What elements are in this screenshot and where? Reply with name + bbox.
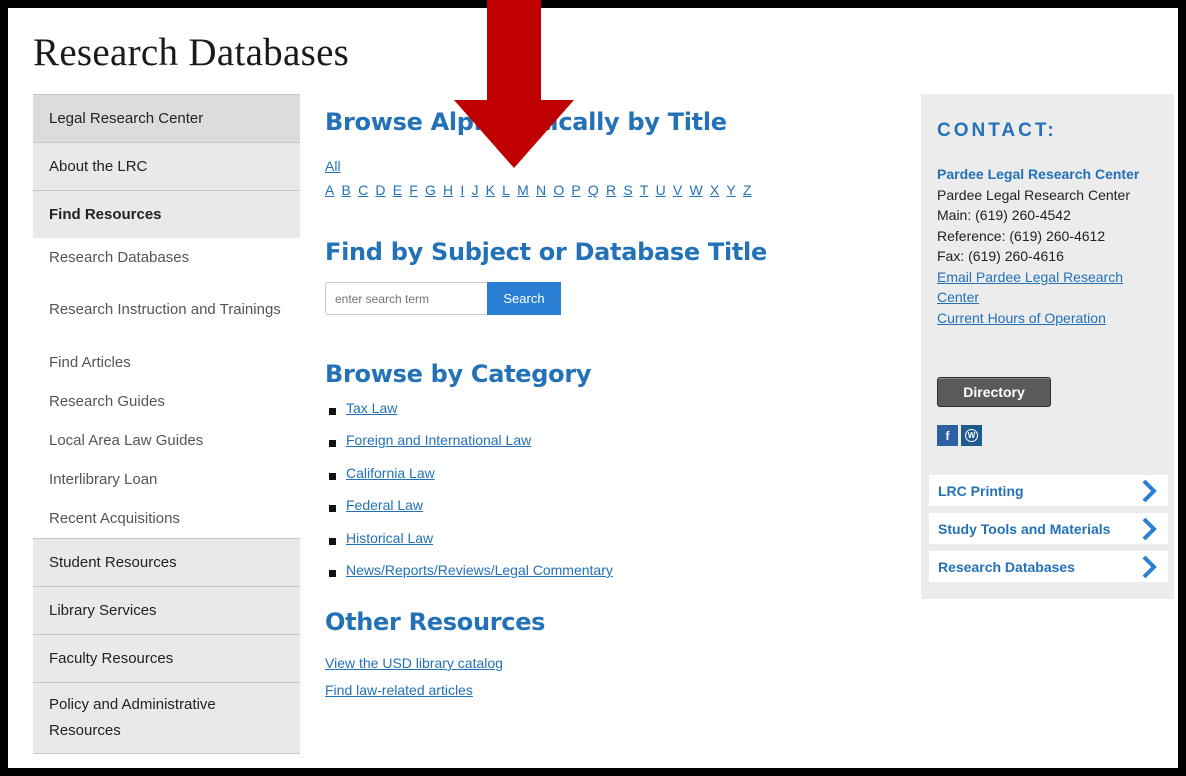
category-list: Tax Law Foreign and International Law Ca… — [325, 400, 613, 594]
category-link-news-reports[interactable]: News/Reports/Reviews/Legal Commentary — [346, 562, 613, 578]
alpha-letter-link[interactable]: J — [471, 182, 478, 198]
bullet-icon — [329, 569, 336, 577]
search-form: Search — [325, 282, 561, 315]
chevron-right-icon — [1142, 479, 1157, 502]
alpha-letter-link[interactable]: B — [342, 182, 351, 198]
quick-link-label: LRC Printing — [938, 482, 1024, 499]
contact-org-link[interactable]: Pardee Legal Research Center — [937, 164, 1167, 185]
quick-link-study-tools[interactable]: Study Tools and Materials — [929, 513, 1168, 544]
quick-link-label: Study Tools and Materials — [938, 520, 1111, 537]
find-heading: Find by Subject or Database Title — [325, 238, 767, 266]
contact-main-phone: Main: (619) 260-4542 — [937, 207, 1071, 223]
sidebar-item-recent-acquisitions[interactable]: Recent Acquisitions — [33, 499, 300, 538]
bullet-icon — [329, 505, 336, 513]
alpha-letter-link[interactable]: Z — [743, 182, 752, 198]
sidebar-item-about-the-lrc[interactable]: About the LRC — [33, 142, 300, 190]
facebook-icon[interactable]: f — [937, 425, 958, 446]
alpha-letter-link[interactable]: C — [358, 182, 368, 198]
sidebar-item-faculty-resources[interactable]: Faculty Resources — [33, 634, 300, 682]
hours-link[interactable]: Current Hours of Operation — [937, 310, 1106, 326]
sidebar-item-find-articles[interactable]: Find Articles — [33, 343, 300, 382]
alpha-letter-link[interactable]: M — [517, 182, 529, 198]
alpha-letter-list: A B C D E F G H I J K L M N O P Q R S T … — [325, 182, 759, 198]
alpha-letter-link[interactable]: S — [623, 182, 632, 198]
alpha-letter-link[interactable]: O — [553, 182, 564, 198]
contact-org-name: Pardee Legal Research Center — [937, 186, 1131, 203]
quick-link-label: Research Databases — [938, 558, 1075, 575]
list-item: Tax Law — [325, 400, 613, 432]
browse-alpha-heading: Browse Alphabetically by Title — [325, 108, 727, 136]
alpha-letter-link[interactable]: N — [536, 182, 546, 198]
category-link-california-law[interactable]: California Law — [346, 465, 435, 481]
list-item: Foreign and International Law — [325, 432, 613, 464]
directory-button[interactable]: Directory — [937, 377, 1051, 407]
list-item: Historical Law — [325, 530, 613, 562]
category-link-federal-law[interactable]: Federal Law — [346, 497, 423, 513]
bullet-icon — [329, 472, 336, 480]
sidebar-item-policy-administrative[interactable]: Policy and Administrative Resources — [33, 682, 300, 754]
sidebar-item-find-resources[interactable]: Find Resources — [33, 190, 300, 238]
search-button[interactable]: Search — [487, 282, 561, 315]
alpha-letter-link[interactable]: Q — [588, 182, 599, 198]
quick-link-research-databases[interactable]: Research Databases — [929, 551, 1168, 582]
other-resources-heading: Other Resources — [325, 608, 546, 636]
social-links: f W — [937, 425, 982, 446]
email-link[interactable]: Email Pardee Legal Research Center — [937, 269, 1123, 306]
alpha-letter-link[interactable]: D — [375, 182, 385, 198]
chevron-right-icon — [1142, 555, 1157, 578]
alpha-letter-link[interactable]: U — [656, 182, 666, 198]
contact-reference-phone: Reference: (619) 260-4612 — [937, 227, 1106, 244]
law-articles-link[interactable]: Find law-related articles — [325, 682, 473, 698]
quick-link-lrc-printing[interactable]: LRC Printing — [929, 475, 1168, 506]
alpha-letter-link[interactable]: F — [409, 182, 418, 198]
wordpress-icon[interactable]: W — [961, 425, 982, 446]
contact-title: CONTACT: — [937, 120, 1057, 141]
red-arrow-icon — [454, 0, 574, 168]
search-input[interactable] — [325, 282, 487, 315]
alpha-letter-link[interactable]: I — [460, 182, 464, 198]
list-item: Federal Law — [325, 497, 613, 529]
contact-details: Pardee Legal Research Center Pardee Lega… — [937, 164, 1167, 328]
chevron-right-icon — [1142, 517, 1157, 540]
category-heading: Browse by Category — [325, 360, 592, 388]
sidebar-item-student-resources[interactable]: Student Resources — [33, 538, 300, 586]
sidebar-nav: Legal Research Center About the LRC Find… — [33, 94, 300, 754]
sidebar-item-research-guides[interactable]: Research Guides — [33, 382, 300, 421]
sidebar-item-research-instruction[interactable]: Research Instruction and Trainings — [33, 277, 300, 343]
alpha-letter-link[interactable]: A — [325, 182, 334, 198]
list-item: California Law — [325, 465, 613, 497]
main-content: Browse Alphabetically by Title All A B C… — [325, 108, 905, 698]
bullet-icon — [329, 537, 336, 545]
alpha-letter-link[interactable]: P — [571, 182, 580, 198]
alpha-letter-link[interactable]: V — [673, 182, 682, 198]
alpha-letter-link[interactable]: X — [710, 182, 719, 198]
sidebar-item-library-services[interactable]: Library Services — [33, 586, 300, 634]
contact-panel: CONTACT: Pardee Legal Research Center Pa… — [921, 94, 1174, 599]
category-link-historical-law[interactable]: Historical Law — [346, 530, 433, 546]
bullet-icon — [329, 440, 336, 448]
category-link-foreign-international[interactable]: Foreign and International Law — [346, 432, 531, 448]
alpha-letter-link[interactable]: R — [606, 182, 616, 198]
alpha-letter-link[interactable]: L — [502, 182, 510, 198]
page-title: Research Databases — [33, 31, 350, 74]
wordpress-glyph: W — [965, 429, 978, 442]
alpha-letter-link[interactable]: H — [443, 182, 453, 198]
alpha-letter-link[interactable]: G — [425, 182, 436, 198]
alpha-all-link[interactable]: All — [325, 158, 341, 174]
sidebar-item-research-databases[interactable]: Research Databases — [33, 238, 300, 277]
contact-fax: Fax: (619) 260-4616 — [937, 248, 1064, 264]
alpha-letter-link[interactable]: E — [393, 182, 402, 198]
sidebar-item-legal-research-center[interactable]: Legal Research Center — [33, 94, 300, 142]
list-item: News/Reports/Reviews/Legal Commentary — [325, 562, 613, 594]
alpha-letter-link[interactable]: K — [486, 182, 495, 198]
alpha-letter-link[interactable]: Y — [726, 182, 735, 198]
quick-links: LRC Printing Study Tools and Materials R… — [929, 475, 1168, 589]
sidebar-item-local-area-law-guides[interactable]: Local Area Law Guides — [33, 421, 300, 460]
sidebar-item-interlibrary-loan[interactable]: Interlibrary Loan — [33, 460, 300, 499]
bullet-icon — [329, 408, 336, 415]
category-link-tax-law[interactable]: Tax Law — [346, 400, 397, 416]
alpha-letter-link[interactable]: W — [689, 182, 702, 198]
library-catalog-link[interactable]: View the USD library catalog — [325, 655, 503, 671]
alpha-letter-link[interactable]: T — [640, 182, 649, 198]
